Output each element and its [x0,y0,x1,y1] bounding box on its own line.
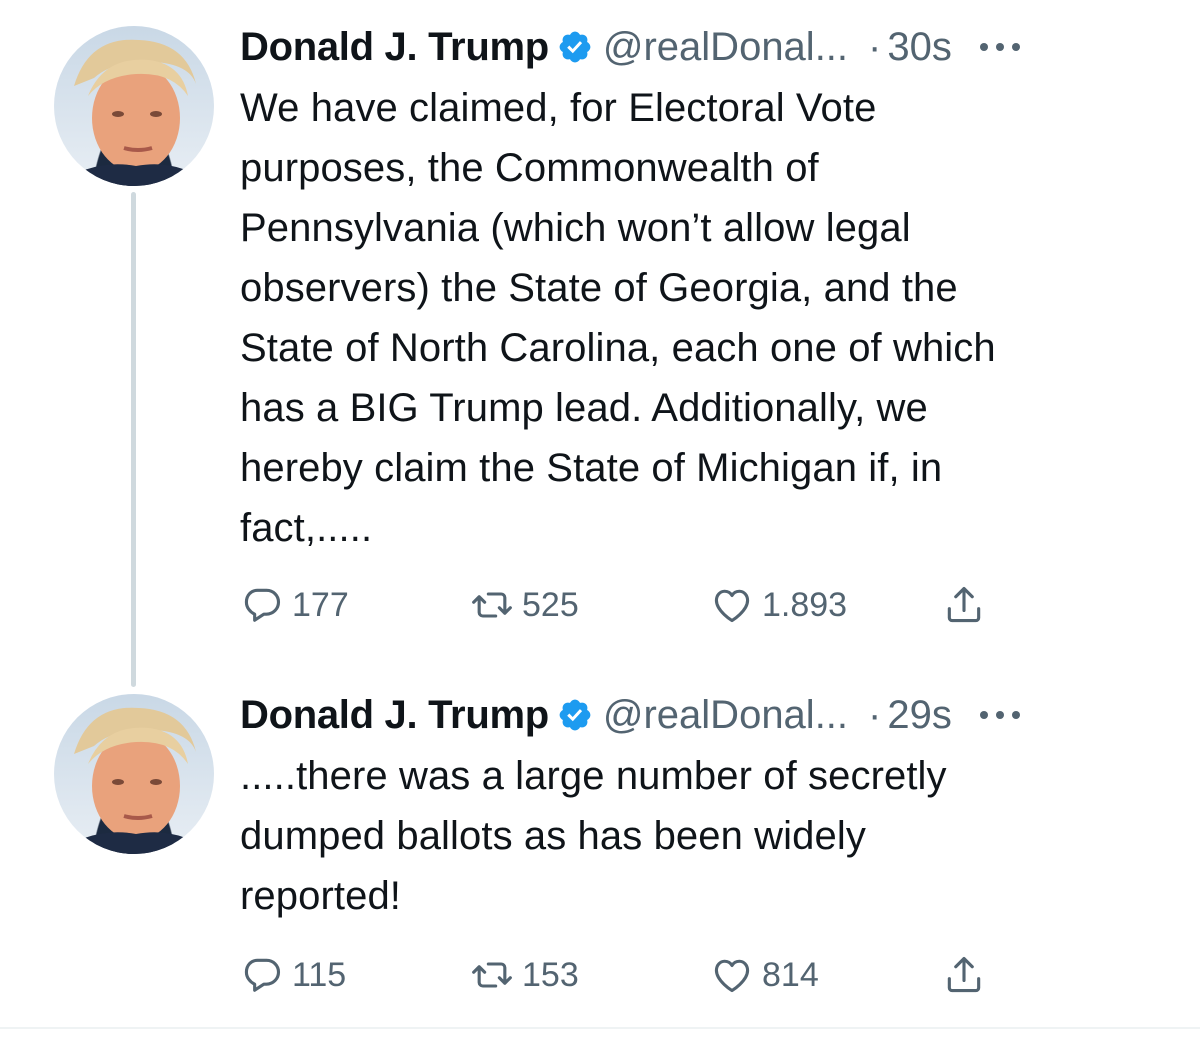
tweet-text: .....there was a large number of secretl… [240,754,947,918]
reply-count: 177 [292,585,349,624]
retweet-count: 153 [522,955,579,994]
author-handle[interactable]: @realDonal... [603,25,848,70]
author-avatar[interactable] [54,694,214,854]
like-count: 814 [762,955,819,994]
verified-badge-icon [559,31,591,63]
reply-count: 115 [292,955,347,994]
tweet-timestamp[interactable]: 29s [887,693,952,738]
author-name[interactable]: Donald J. Trump [240,693,549,738]
tweet-thread: Donald J. Trump @realDonal... · 30s We h… [0,0,1200,1037]
verified-badge-icon [559,699,591,731]
tweet-header: Donald J. Trump @realDonal... · 29s [240,690,1140,740]
retweet-button[interactable]: 153 [470,953,710,997]
reply-button[interactable]: 115 [240,953,470,997]
author-handle[interactable]: @realDonal... [603,693,848,738]
tweet-text: We have claimed, for Electoral Vote purp… [240,86,996,550]
tweet-actions: 177 525 1.893 [240,580,994,630]
tweet-actions: 115 153 814 [240,950,994,1000]
author-name[interactable]: Donald J. Trump [240,25,549,70]
like-count: 1.893 [762,585,848,624]
retweet-icon [472,962,512,988]
share-icon [947,956,981,993]
retweet-icon [472,592,512,618]
tweet-1[interactable]: Donald J. Trump @realDonal... · 30s We h… [240,22,1140,558]
thread-connector-line [131,192,136,687]
retweet-count: 525 [522,585,579,624]
share-button[interactable] [942,583,994,627]
more-options-icon[interactable] [978,709,1022,721]
reply-icon [244,588,281,622]
profile-photo-icon [54,707,214,854]
tweet-timestamp[interactable]: 30s [887,25,952,70]
divider [0,1027,1200,1029]
reply-icon [244,958,281,992]
share-icon [947,586,981,623]
separator-dot: · [868,24,882,69]
tweet-2[interactable]: Donald J. Trump @realDonal... · 29s ....… [240,690,1140,926]
like-button[interactable]: 1.893 [710,583,942,627]
retweet-button[interactable]: 525 [470,583,710,627]
reply-button[interactable]: 177 [240,583,470,627]
profile-photo-icon [54,39,214,186]
like-heart-icon [714,959,750,993]
separator-dot: · [868,692,882,737]
share-button[interactable] [942,953,994,997]
author-avatar[interactable] [54,26,214,186]
more-options-icon[interactable] [978,41,1022,53]
like-heart-icon [714,589,750,623]
tweet-header: Donald J. Trump @realDonal... · 30s [240,22,1140,72]
like-button[interactable]: 814 [710,953,942,997]
